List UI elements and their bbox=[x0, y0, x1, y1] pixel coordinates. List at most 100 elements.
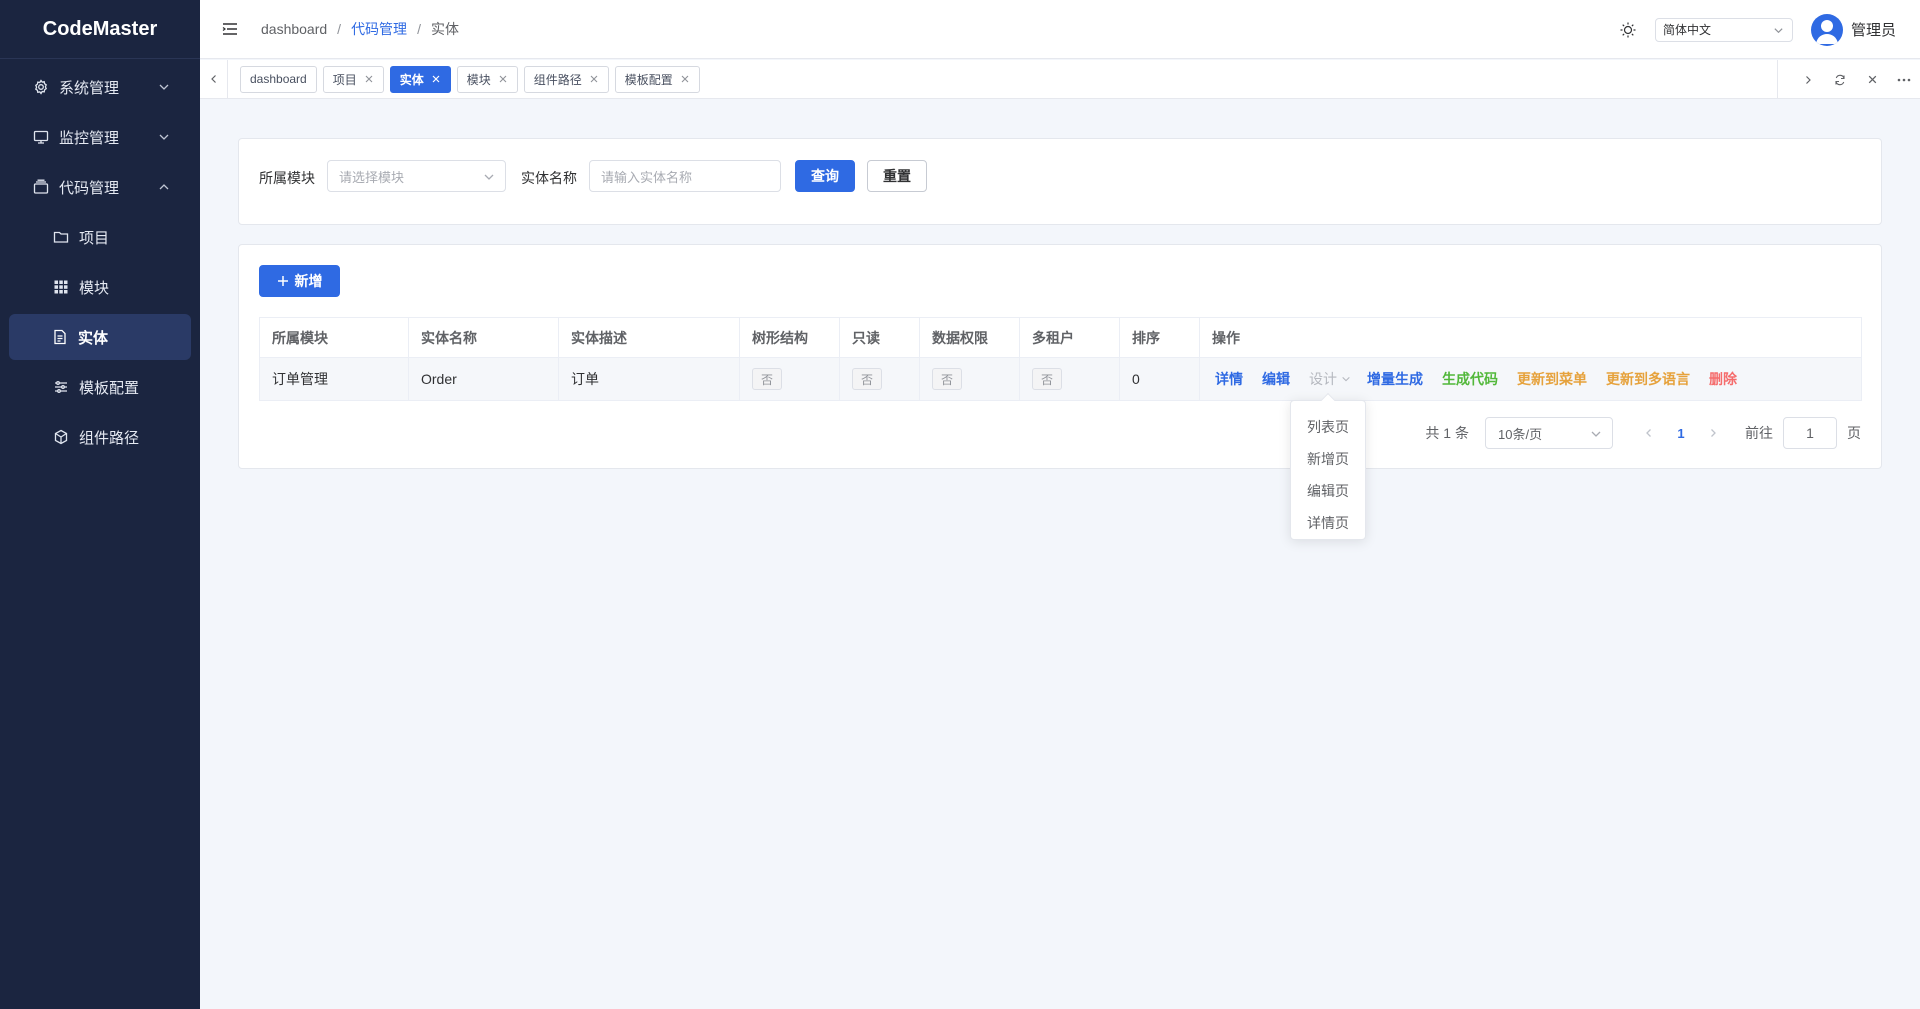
stack-icon bbox=[32, 179, 49, 196]
tab-template-config[interactable]: 模板配置 bbox=[614, 65, 700, 93]
query-button[interactable]: 查询 bbox=[795, 160, 855, 192]
top-header: dashboard / 代码管理 / 实体 简体中文 管理员 bbox=[200, 0, 1920, 59]
sidebar-item-template-config[interactable]: 模板配置 bbox=[0, 362, 200, 412]
tab-label: dashboard bbox=[250, 72, 307, 86]
sidebar-item-module[interactable]: 模块 bbox=[0, 262, 200, 312]
more-tabs-button[interactable] bbox=[1888, 60, 1920, 99]
breadcrumb-separator: / bbox=[337, 21, 342, 37]
column-header: 实体描述 bbox=[559, 318, 740, 357]
page-number-current[interactable]: 1 bbox=[1665, 426, 1697, 441]
entity-name-placeholder: 请输入实体名称 bbox=[601, 169, 693, 185]
reset-button[interactable]: 重置 bbox=[867, 160, 927, 192]
update-menu-link[interactable]: 更新到菜单 bbox=[1517, 369, 1587, 389]
avatar[interactable] bbox=[1810, 13, 1843, 46]
refresh-tab-button[interactable] bbox=[1824, 60, 1856, 99]
cell-multi-tenant: 否 bbox=[1020, 358, 1120, 400]
column-header: 实体名称 bbox=[409, 318, 559, 357]
delete-link[interactable]: 删除 bbox=[1709, 369, 1737, 389]
tabs-scroll-right-button[interactable] bbox=[1792, 60, 1824, 99]
column-header: 树形结构 bbox=[740, 318, 840, 357]
dropdown-item-edit-page[interactable]: 编辑页 bbox=[1291, 475, 1365, 507]
tab-dashboard[interactable]: dashboard bbox=[240, 65, 317, 93]
column-header: 排序 bbox=[1120, 318, 1200, 357]
status-badge: 否 bbox=[752, 368, 782, 390]
dropdown-item-detail-page[interactable]: 详情页 bbox=[1291, 507, 1365, 539]
sidebar-item-project[interactable]: 项目 bbox=[0, 212, 200, 262]
chevron-left-icon bbox=[210, 75, 216, 83]
table-header: 所属模块 实体名称 实体描述 树形结构 只读 数据权限 多租户 排序 操作 bbox=[260, 318, 1861, 358]
close-tab-button[interactable] bbox=[1856, 60, 1888, 99]
user-name[interactable]: 管理员 bbox=[1851, 19, 1896, 40]
close-icon[interactable] bbox=[364, 74, 374, 84]
page-size-value: 10条/页 bbox=[1498, 426, 1543, 442]
sidebar-item-label: 实体 bbox=[78, 329, 109, 347]
page-size-select[interactable]: 10条/页 bbox=[1485, 417, 1613, 449]
design-dropdown-trigger[interactable]: 设计 bbox=[1309, 369, 1351, 389]
next-page-button[interactable] bbox=[1697, 417, 1729, 449]
monitor-icon bbox=[32, 129, 49, 146]
breadcrumb-item-code-management[interactable]: 代码管理 bbox=[351, 19, 407, 39]
cell-description: 订单 bbox=[559, 358, 740, 400]
theme-toggle-icon[interactable] bbox=[1619, 21, 1637, 39]
tab-label: 组件路径 bbox=[533, 72, 582, 87]
sidebar-group-code[interactable]: 代码管理 bbox=[0, 162, 200, 212]
tab-project[interactable]: 项目 bbox=[322, 65, 384, 93]
tab-module[interactable]: 模块 bbox=[456, 65, 518, 93]
plus-icon bbox=[277, 276, 288, 286]
chevron-down-icon bbox=[159, 134, 169, 140]
language-select[interactable]: 简体中文 bbox=[1654, 17, 1793, 42]
close-icon[interactable] bbox=[589, 74, 599, 84]
sidebar-group-system[interactable]: 系统管理 bbox=[0, 62, 200, 112]
tab-entity[interactable]: 实体 bbox=[389, 65, 451, 93]
dropdown-item-list-page[interactable]: 列表页 bbox=[1291, 411, 1365, 443]
tab-label: 实体 bbox=[399, 72, 424, 87]
cell-name: Order bbox=[409, 358, 559, 400]
tabs-scroll-left-button[interactable] bbox=[200, 59, 228, 99]
add-entity-button[interactable]: 新增 bbox=[259, 265, 340, 297]
sidebar-item-label: 项目 bbox=[79, 229, 110, 247]
chevron-right-icon bbox=[1806, 75, 1811, 84]
breadcrumb-item-dashboard[interactable]: dashboard bbox=[261, 21, 327, 37]
column-header: 数据权限 bbox=[920, 318, 1020, 357]
tabs-actions bbox=[1777, 60, 1920, 99]
column-header: 所属模块 bbox=[260, 318, 409, 357]
breadcrumb-separator: / bbox=[417, 21, 421, 37]
sidebar-item-component-path[interactable]: 组件路径 bbox=[0, 412, 200, 462]
chevron-down-icon bbox=[1591, 431, 1601, 437]
close-icon bbox=[1868, 75, 1876, 84]
entity-name-input[interactable]: 请输入实体名称 bbox=[589, 160, 781, 192]
breadcrumb: dashboard / 代码管理 / 实体 bbox=[261, 19, 459, 39]
design-dropdown-menu: 列表页 新增页 编辑页 详情页 bbox=[1290, 392, 1366, 540]
sidebar-item-entity[interactable]: 实体 bbox=[9, 314, 191, 360]
chevron-down-icon bbox=[1342, 376, 1350, 382]
update-i18n-link[interactable]: 更新到多语言 bbox=[1606, 369, 1690, 389]
sidebar-item-label: 组件路径 bbox=[79, 429, 140, 447]
prev-page-button[interactable] bbox=[1633, 417, 1665, 449]
tab-component-path[interactable]: 组件路径 bbox=[523, 65, 609, 93]
sidebar-group-monitor[interactable]: 监控管理 bbox=[0, 112, 200, 162]
menu-toggle-icon[interactable] bbox=[221, 20, 239, 38]
cell-sort: 0 bbox=[1120, 358, 1200, 400]
detail-link[interactable]: 详情 bbox=[1215, 369, 1243, 389]
edit-link[interactable]: 编辑 bbox=[1262, 369, 1290, 389]
design-label: 设计 bbox=[1309, 371, 1337, 387]
close-icon[interactable] bbox=[431, 74, 441, 84]
module-field-label: 所属模块 bbox=[259, 170, 315, 186]
cell-readonly: 否 bbox=[840, 358, 920, 400]
language-select-value: 简体中文 bbox=[1662, 23, 1711, 37]
page-suffix: 页 bbox=[1847, 425, 1861, 441]
goto-label: 前往 bbox=[1745, 425, 1773, 441]
cell-actions: 详情 编辑 设计 增量生成 生成代码 更新到菜单 更新到多语言 删除 bbox=[1200, 358, 1861, 400]
generate-code-link[interactable]: 生成代码 bbox=[1442, 369, 1498, 389]
cell-module: 订单管理 bbox=[260, 358, 409, 400]
add-button-label: 新增 bbox=[294, 273, 323, 289]
gear-icon bbox=[32, 79, 49, 96]
incremental-generate-link[interactable]: 增量生成 bbox=[1367, 369, 1423, 389]
goto-page-input[interactable]: 1 bbox=[1783, 417, 1837, 449]
module-select[interactable]: 请选择模块 bbox=[327, 160, 506, 192]
dropdown-item-add-page[interactable]: 新增页 bbox=[1291, 443, 1365, 475]
close-icon[interactable] bbox=[680, 74, 690, 84]
close-icon[interactable] bbox=[498, 74, 508, 84]
document-icon bbox=[51, 329, 68, 346]
cell-data-permission: 否 bbox=[920, 358, 1020, 400]
